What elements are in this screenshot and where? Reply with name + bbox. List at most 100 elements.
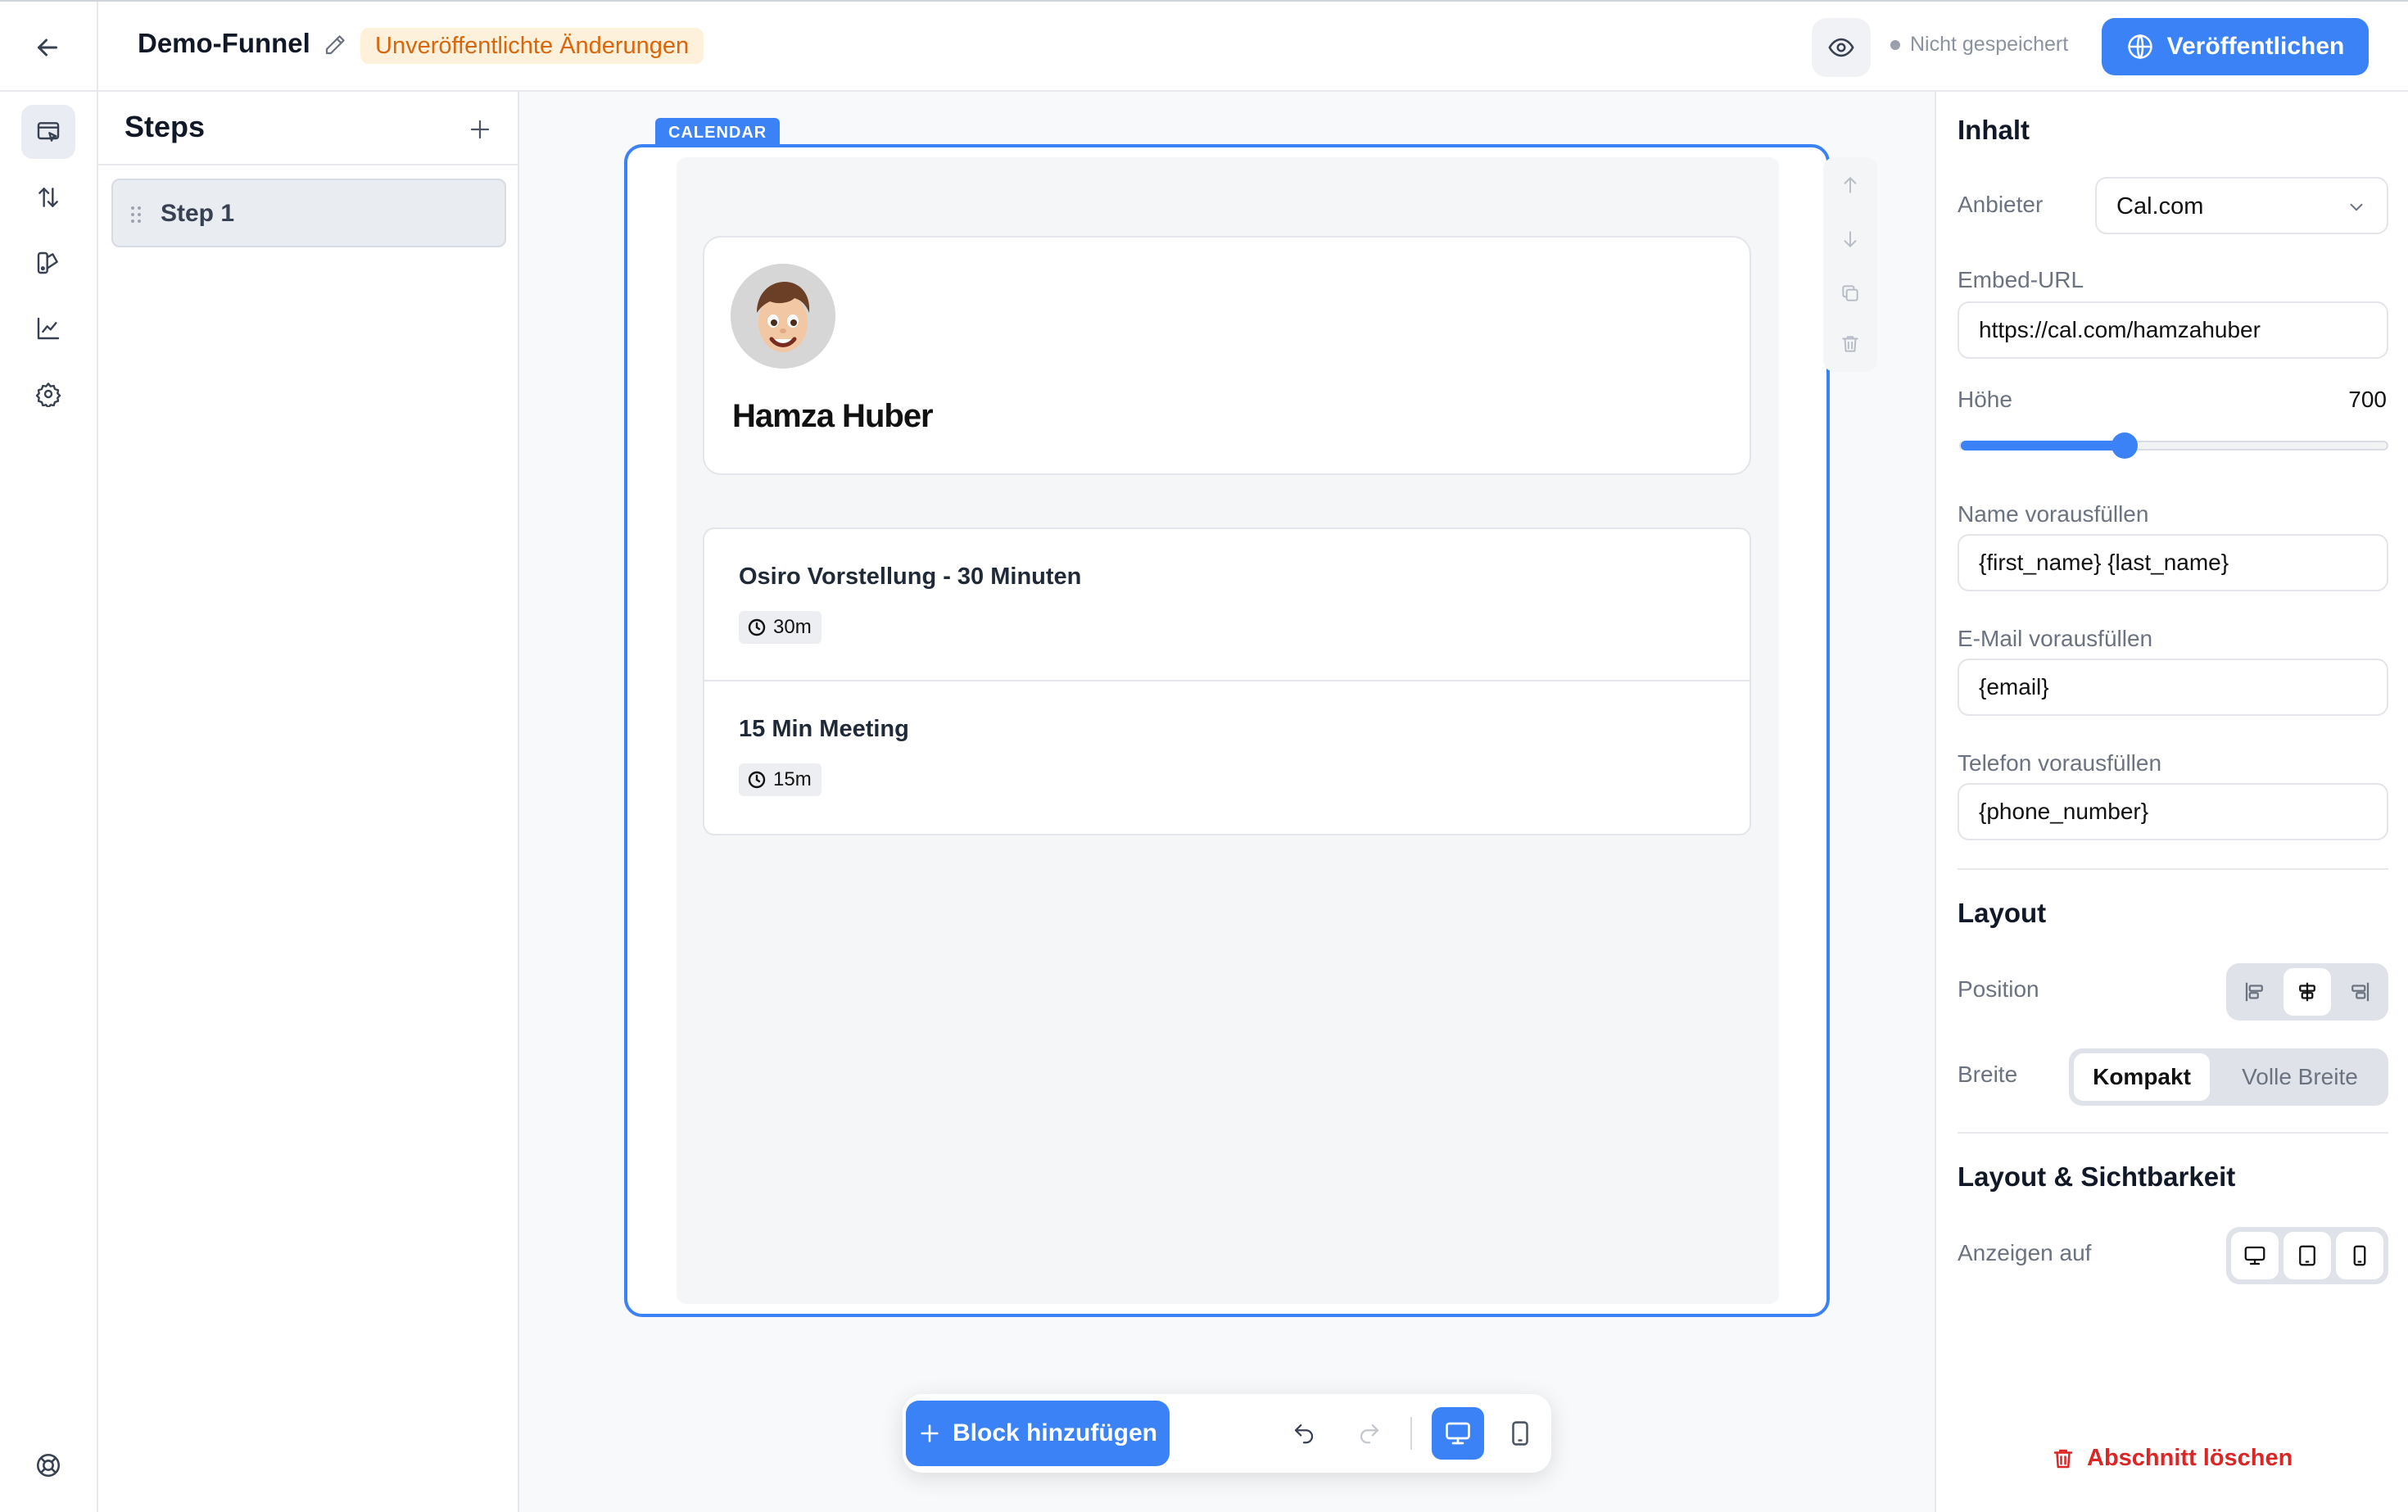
copy-icon: [1842, 285, 1858, 301]
drag-handle-icon[interactable]: [129, 205, 143, 224]
host-avatar: [731, 264, 835, 369]
clock-icon: [748, 618, 766, 636]
publish-label: Veröffentlichen: [2166, 33, 2345, 60]
tablet-icon: [2299, 1245, 2315, 1266]
show-desktop-toggle[interactable]: [2231, 1232, 2279, 1279]
palette-icon: [37, 251, 58, 274]
edit-name-button[interactable]: [323, 33, 349, 59]
duration-text: 30m: [773, 616, 812, 638]
width-label: Breite: [1958, 1062, 2018, 1087]
duration-badge: 30m: [739, 611, 822, 644]
arrow-left-icon: [38, 38, 57, 57]
align-left-icon: [2245, 982, 2263, 1002]
height-slider[interactable]: [1959, 432, 2388, 459]
email-prefill-input[interactable]: {email}: [1958, 659, 2388, 716]
event-type-item[interactable]: 15 Min Meeting 15m: [704, 681, 1749, 834]
event-title: Osiro Vorstellung - 30 Minuten: [739, 564, 1082, 590]
height-label: Höhe: [1958, 387, 2012, 412]
rail-design-button[interactable]: [21, 236, 75, 290]
show-on-label: Anzeigen auf: [1958, 1240, 2092, 1265]
step-label: Step 1: [161, 200, 235, 227]
gear-icon: [35, 383, 61, 407]
rail-analytics-button[interactable]: [21, 301, 75, 355]
embed-url-input[interactable]: https://cal.com/hamzahuber: [1958, 301, 2388, 359]
visibility-section-title: Layout & Sichtbarkeit: [1958, 1161, 2236, 1192]
monitor-icon: [1446, 1422, 1470, 1445]
host-profile-card: Hamza Huber: [703, 236, 1751, 475]
align-right-icon: [2351, 982, 2370, 1002]
divider: [1958, 1132, 2388, 1134]
delete-section-label: Abschnitt löschen: [2087, 1445, 2293, 1471]
back-button[interactable]: [25, 25, 70, 70]
smartphone-icon: [2353, 1245, 2366, 1266]
rail-sort-button[interactable]: [21, 170, 75, 224]
duration-text: 15m: [773, 768, 812, 790]
redo-button[interactable]: [1350, 1414, 1389, 1453]
move-up-button[interactable]: [1834, 169, 1867, 201]
provider-label: Anbieter: [1958, 192, 2044, 217]
funnel-name: Demo-Funnel: [138, 28, 310, 58]
rail-help-button[interactable]: [21, 1438, 75, 1492]
phone-prefill-input[interactable]: {phone_number}: [1958, 783, 2388, 840]
rail-editor-button[interactable]: [21, 105, 75, 159]
event-types-list: Osiro Vorstellung - 30 Minuten 30m 15 Mi…: [703, 527, 1751, 835]
clock-icon: [748, 771, 766, 789]
block-type-tag: CALENDAR: [655, 118, 781, 147]
layout-section-title: Layout: [1958, 898, 2047, 928]
redo-icon: [1360, 1424, 1379, 1444]
step-item[interactable]: Step 1: [111, 179, 506, 247]
publish-button[interactable]: Veröffentlichen: [2102, 18, 2369, 75]
show-mobile-toggle[interactable]: [2336, 1232, 2383, 1279]
undo-button[interactable]: [1284, 1414, 1324, 1453]
move-down-button[interactable]: [1834, 223, 1867, 256]
preview-button[interactable]: [1812, 18, 1871, 77]
align-center-button[interactable]: [2284, 968, 2331, 1016]
width-full-button[interactable]: Volle Breite: [2218, 1053, 2382, 1101]
width-compact-button[interactable]: Kompakt: [2074, 1053, 2210, 1101]
globe-icon: [2127, 34, 2152, 60]
width-segmented: Kompakt Volle Breite: [2069, 1048, 2388, 1106]
slider-fill: [1961, 441, 2125, 450]
duration-badge: 15m: [739, 763, 822, 796]
add-block-button[interactable]: Block hinzufügen: [906, 1401, 1170, 1466]
steps-title: Steps: [124, 110, 206, 143]
add-step-button[interactable]: [462, 111, 498, 147]
chevron-down-icon: [2350, 203, 2363, 211]
toolbar-divider: [1410, 1417, 1412, 1450]
delete-section-button[interactable]: Abschnitt löschen: [2051, 1445, 2293, 1472]
email-prefill-label: E-Mail vorausfüllen: [1958, 626, 2153, 651]
steps-header: Steps: [98, 92, 518, 165]
slider-thumb[interactable]: [2112, 432, 2139, 459]
arrows-updown-icon: [38, 188, 58, 207]
save-status-text: Nicht gespeichert: [1910, 33, 2069, 56]
align-right-button[interactable]: [2336, 968, 2383, 1016]
name-prefill-input[interactable]: {first_name} {last_name}: [1958, 534, 2388, 591]
plus-icon: [921, 1424, 939, 1442]
desktop-view-button[interactable]: [1432, 1407, 1484, 1460]
align-left-button[interactable]: [2231, 968, 2279, 1016]
unpublished-badge: Unveröffentlichte Änderungen: [360, 28, 704, 64]
position-segmented: [2226, 963, 2388, 1021]
align-center-icon: [2299, 982, 2315, 1002]
event-type-item[interactable]: Osiro Vorstellung - 30 Minuten 30m: [704, 529, 1749, 681]
trash-icon: [2053, 1449, 2073, 1468]
event-title: 15 Min Meeting: [739, 716, 909, 742]
name-prefill-label: Name vorausfüllen: [1958, 501, 2149, 527]
lifebuoy-icon: [36, 1453, 61, 1478]
trash-icon: [1842, 336, 1858, 352]
smartphone-icon: [1512, 1421, 1528, 1446]
rail-settings-button[interactable]: [21, 367, 75, 421]
add-block-label: Block hinzufügen: [953, 1419, 1157, 1446]
save-status: Nicht gespeichert: [1890, 33, 2068, 57]
embed-url-label: Embed-URL: [1958, 267, 2084, 292]
duplicate-button[interactable]: [1834, 277, 1867, 310]
provider-value: Cal.com: [2116, 193, 2204, 220]
host-name: Hamza Huber: [732, 398, 934, 434]
delete-block-button[interactable]: [1834, 328, 1867, 360]
position-label: Position: [1958, 976, 2039, 1002]
arrow-up-icon: [1844, 177, 1857, 193]
left-rail: [0, 92, 98, 1512]
mobile-view-button[interactable]: [1494, 1407, 1546, 1460]
show-tablet-toggle[interactable]: [2284, 1232, 2331, 1279]
provider-select[interactable]: Cal.com: [2095, 177, 2388, 234]
